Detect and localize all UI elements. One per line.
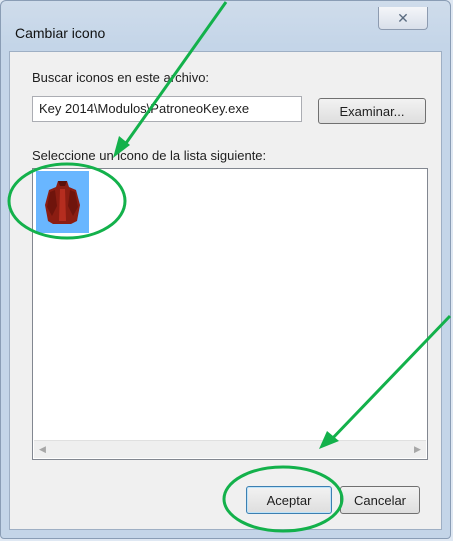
file-path-input[interactable]: Key 2014\Modulos\PatroneoKey.exe xyxy=(32,96,302,122)
scroll-right-icon[interactable]: ▶ xyxy=(409,441,426,458)
icon-list[interactable]: ◀ ▶ xyxy=(32,168,428,460)
icon-list-label: Seleccione un icono de la lista siguient… xyxy=(32,148,267,163)
red-jacket-icon xyxy=(45,181,80,224)
title-bar: Cambiar icono ✕ xyxy=(1,1,450,51)
dialog-body: Buscar iconos en este archivo: Key 2014\… xyxy=(9,51,442,530)
scroll-left-icon[interactable]: ◀ xyxy=(34,441,51,458)
browse-button[interactable]: Examinar... xyxy=(318,98,426,124)
close-button[interactable]: ✕ xyxy=(378,7,428,30)
change-icon-dialog: Cambiar icono ✕ Buscar iconos en este ar… xyxy=(0,0,451,539)
icon-list-item-selected[interactable] xyxy=(36,171,89,233)
horizontal-scrollbar[interactable]: ◀ ▶ xyxy=(34,440,426,458)
window-title: Cambiar icono xyxy=(15,25,106,41)
cancel-button[interactable]: Cancelar xyxy=(340,486,420,514)
close-icon: ✕ xyxy=(397,9,409,26)
accept-button[interactable]: Aceptar xyxy=(246,486,332,514)
search-label: Buscar iconos en este archivo: xyxy=(32,70,210,85)
